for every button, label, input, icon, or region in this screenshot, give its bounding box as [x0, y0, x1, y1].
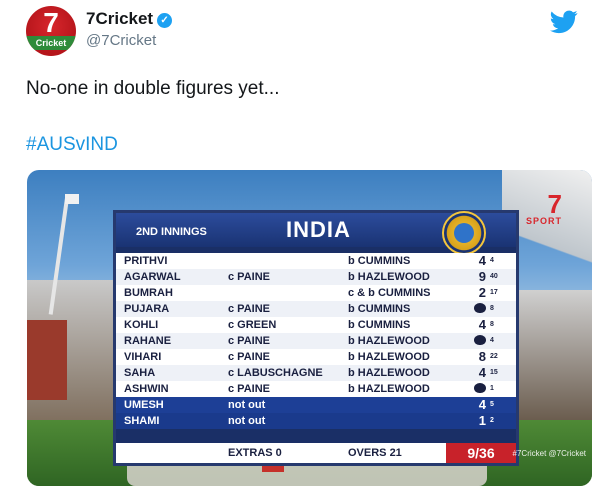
- dismissal-fielder: c PAINE: [228, 271, 270, 283]
- batting-row: ASHWIN c PAINE b HAZLEWOOD 1: [116, 381, 516, 397]
- batting-row: SAHA c LABUSCHAGNE b HAZLEWOOD 4 15: [116, 365, 516, 381]
- balls-faced: 5: [490, 401, 494, 408]
- batting-row: UMESH not out 4 5: [116, 397, 516, 413]
- sport-logo-number: 7: [547, 189, 563, 219]
- dismissal-bowler: c & b CUMMINS: [348, 287, 431, 299]
- dismissal-bowler: b CUMMINS: [348, 319, 411, 331]
- dismissal-fielder: c LABUSCHAGNE: [228, 367, 323, 379]
- dismissal-fielder: c PAINE: [228, 383, 270, 395]
- display-name-text[interactable]: 7Cricket: [86, 9, 153, 28]
- batting-row: RAHANE c PAINE b HAZLEWOOD 4: [116, 333, 516, 349]
- balls-faced: 15: [490, 369, 498, 376]
- duck-icon: [472, 335, 486, 347]
- runs-scored: 4: [478, 253, 486, 268]
- seven-sport-logo: 7 SPORT: [526, 189, 563, 226]
- balls-faced: 8: [490, 305, 494, 312]
- dismissal-bowler: b HAZLEWOOD: [348, 367, 430, 379]
- user-handle[interactable]: @7Cricket: [86, 32, 156, 49]
- batting-rows: PRITHVI b CUMMINS 4 4 AGARWAL c PAINE b HAZLEW…: [116, 253, 516, 429]
- dismissal-bowler: b CUMMINS: [348, 255, 411, 267]
- dismissal-bowler: b HAZLEWOOD: [348, 383, 430, 395]
- batter-name: RAHANE: [124, 335, 172, 347]
- runs-scored: 4: [478, 317, 486, 332]
- batter-name: KOHLI: [124, 319, 159, 331]
- scorecard-panel: 2ND INNINGS INDIA PRITHVI b CUMMINS 4 4 AGAR…: [113, 210, 519, 466]
- runs-scored: 9: [478, 269, 486, 284]
- badge-center: [454, 223, 474, 243]
- balls-faced: 4: [490, 337, 494, 344]
- batting-row: VIHARI c PAINE b HAZLEWOOD 8 22: [116, 349, 516, 365]
- runs-scored: 8: [478, 349, 486, 364]
- display-name[interactable]: 7Cricket ✓: [86, 9, 173, 29]
- batter-name: PUJARA: [124, 303, 170, 315]
- overs-label: OVERS 21: [348, 447, 402, 459]
- totals-row: EXTRAS 0 OVERS 21 9/36: [116, 443, 516, 463]
- tweet-header: 7 Cricket 7Cricket ✓ @7Cricket: [26, 6, 586, 56]
- batter-name: AGARWAL: [124, 271, 181, 283]
- sport-logo-word: SPORT: [526, 216, 563, 226]
- dismissal-fielder: c GREEN: [228, 319, 277, 331]
- avatar[interactable]: 7 Cricket: [26, 6, 76, 56]
- innings-label: 2ND INNINGS: [136, 226, 207, 238]
- twitter-bird-icon[interactable]: [550, 10, 578, 34]
- batter-name: VIHARI: [124, 351, 162, 363]
- runs-scored: 4: [478, 365, 486, 380]
- batting-row: PRITHVI b CUMMINS 4 4: [116, 253, 516, 269]
- verified-icon: ✓: [157, 13, 173, 28]
- dismissal-bowler: b HAZLEWOOD: [348, 335, 430, 347]
- total-score: 9/36: [446, 443, 516, 463]
- runs-scored: 1: [478, 413, 486, 428]
- balls-faced: 1: [490, 385, 494, 392]
- scorecard-header: 2ND INNINGS INDIA: [116, 211, 516, 255]
- team-name: INDIA: [286, 217, 351, 242]
- balls-faced: 40: [490, 273, 498, 280]
- runs-scored: 4: [478, 397, 486, 412]
- batting-row: KOHLI c GREEN b CUMMINS 4 8: [116, 317, 516, 333]
- broadcast-credit: #7Cricket @7Cricket: [512, 449, 586, 458]
- duck-icon: [472, 303, 486, 315]
- dismissal-fielder: not out: [228, 399, 266, 411]
- tweet-image[interactable]: 7 SPORT 2ND INNINGS INDIA PRITHVI b CUMMI…: [27, 170, 592, 486]
- balls-faced: 4: [490, 257, 494, 264]
- avatar-logo-number: 7: [43, 7, 59, 38]
- dismissal-bowler: b HAZLEWOOD: [348, 271, 430, 283]
- extras-label: EXTRAS 0: [228, 447, 282, 459]
- balls-faced: 22: [490, 353, 498, 360]
- batting-row: BUMRAH c & b CUMMINS 2 17: [116, 285, 516, 301]
- hashtag-link[interactable]: #AUSvIND: [26, 134, 118, 156]
- bcci-badge-icon: [442, 211, 486, 255]
- duck-icon: [472, 383, 486, 395]
- balls-faced: 2: [490, 417, 494, 424]
- dismissal-fielder: c PAINE: [228, 335, 270, 347]
- batter-name: SHAMI: [124, 415, 160, 427]
- stadium-stand-seats: [27, 320, 67, 400]
- runs-scored: 2: [478, 285, 486, 300]
- batter-name: UMESH: [124, 399, 164, 411]
- avatar-logo-word: Cricket: [26, 36, 76, 50]
- batting-row: PUJARA c PAINE b CUMMINS 8: [116, 301, 516, 317]
- dismissal-bowler: b HAZLEWOOD: [348, 351, 430, 363]
- balls-faced: 8: [490, 321, 494, 328]
- floodlight-head: [65, 194, 79, 204]
- batter-name: SAHA: [124, 367, 156, 379]
- balls-faced: 17: [490, 289, 498, 296]
- batter-name: BUMRAH: [124, 287, 173, 299]
- batting-row: SHAMI not out 1 2: [116, 413, 516, 429]
- batting-row: AGARWAL c PAINE b HAZLEWOOD 9 40: [116, 269, 516, 285]
- tweet-text: No-one in double figures yet...: [26, 78, 280, 99]
- dismissal-fielder: c PAINE: [228, 303, 270, 315]
- dismissal-fielder: c PAINE: [228, 351, 270, 363]
- dismissal-fielder: not out: [228, 415, 266, 427]
- dismissal-bowler: b CUMMINS: [348, 303, 411, 315]
- batter-name: ASHWIN: [124, 383, 169, 395]
- batter-name: PRITHVI: [124, 255, 168, 267]
